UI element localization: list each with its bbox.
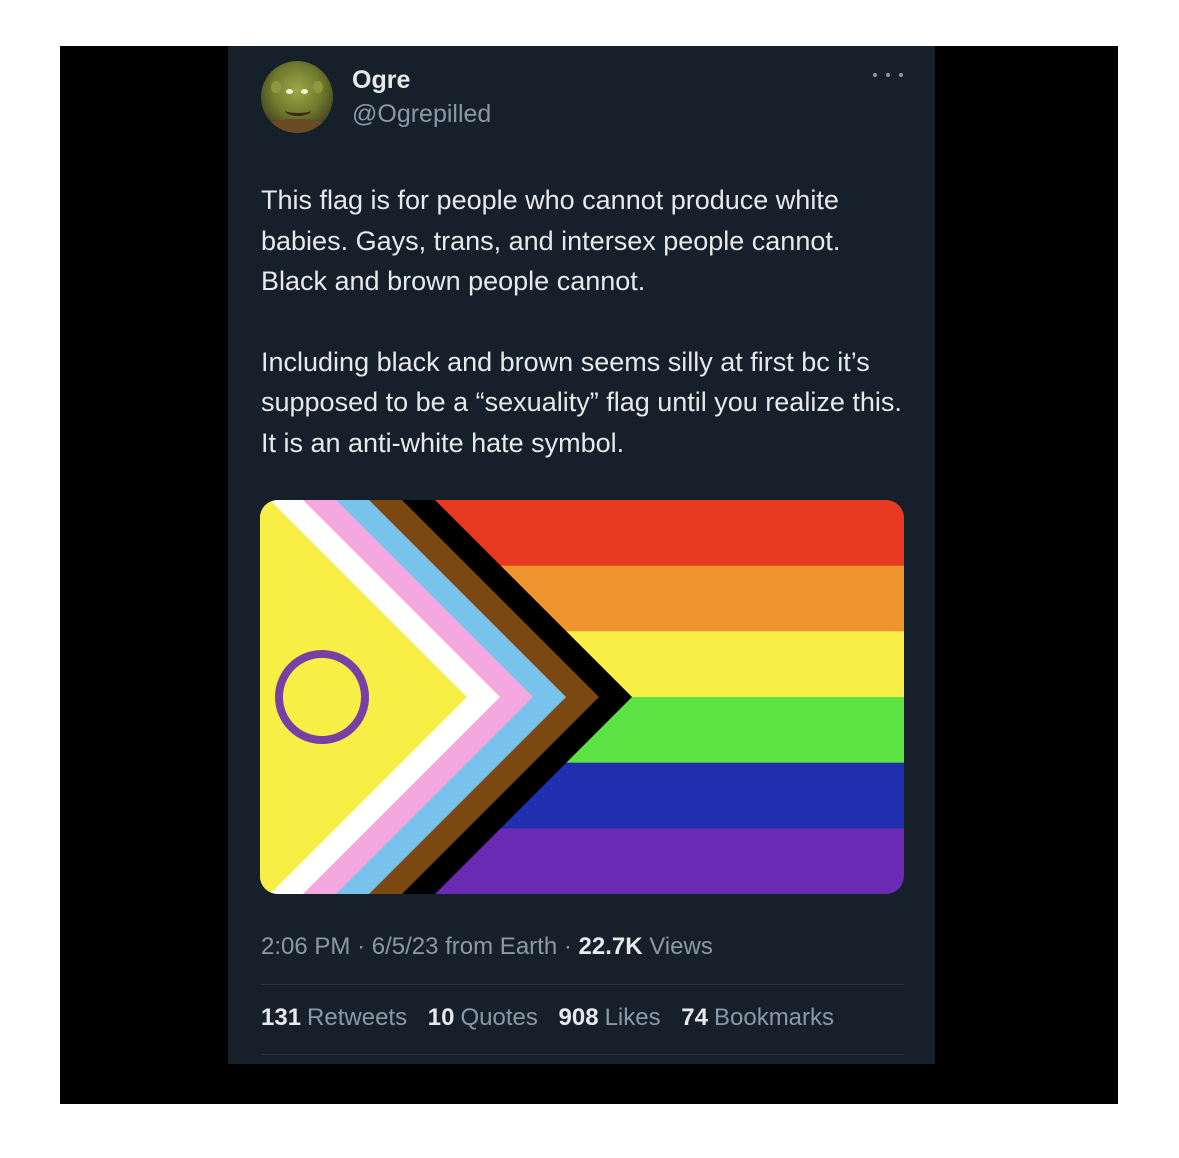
- tweet-image-progress-flag[interactable]: [260, 500, 904, 894]
- quotes-label: Quotes: [460, 1004, 538, 1031]
- avatar-shirt: [267, 119, 327, 133]
- views-label: Views: [649, 933, 713, 960]
- divider: [261, 984, 904, 985]
- more-dot: [899, 73, 903, 77]
- views-count: 22.7K: [578, 933, 643, 960]
- tweet-card: Ogre @Ogrepilled This flag is for people…: [228, 46, 935, 1064]
- tweet-paragraph: Including black and brown seems silly at…: [261, 346, 902, 458]
- quotes-count: 10: [427, 1004, 455, 1031]
- likes-label: Likes: [604, 1004, 661, 1031]
- bookmarks-stat[interactable]: 74 Bookmarks: [681, 1004, 834, 1032]
- divider: [261, 1054, 904, 1055]
- bookmarks-count: 74: [681, 1004, 708, 1031]
- avatar-eye-left: [286, 89, 293, 94]
- more-options-icon[interactable]: [873, 68, 903, 82]
- tweet-paragraph: This flag is for people who cannot produ…: [261, 185, 841, 296]
- likes-count: 908: [558, 1004, 599, 1031]
- tweet-source: from Earth: [445, 933, 558, 960]
- tweet-text: This flag is for people who cannot produ…: [261, 180, 911, 463]
- avatar-eye-right: [301, 89, 308, 94]
- more-dot: [886, 73, 890, 77]
- tweet-meta: 2:06 PM · 6/5/23 from Earth · 22.7K View…: [261, 933, 713, 961]
- retweets-count: 131: [261, 1004, 302, 1031]
- avatar[interactable]: [261, 61, 333, 133]
- retweets-stat[interactable]: 131 Retweets: [261, 1004, 407, 1032]
- tweet-date[interactable]: 6/5/23: [372, 933, 439, 960]
- avatar-ear-right: [313, 81, 323, 93]
- author-handle[interactable]: @Ogrepilled: [352, 100, 491, 129]
- meta-separator: ·: [563, 933, 572, 960]
- bookmarks-label: Bookmarks: [713, 1004, 835, 1031]
- tweet-time[interactable]: 2:06 PM: [261, 933, 350, 960]
- meta-separator: ·: [357, 933, 366, 960]
- author-display-name[interactable]: Ogre: [352, 66, 410, 95]
- retweets-label: Retweets: [307, 1004, 408, 1031]
- engagement-stats: 131 Retweets 10 Quotes 908 Likes 74 Bookmark…: [261, 1004, 848, 1032]
- quotes-stat[interactable]: 10 Quotes: [428, 1004, 538, 1032]
- more-dot: [873, 73, 877, 77]
- avatar-ear-left: [271, 81, 281, 93]
- progress-flag-graphic: [260, 500, 904, 894]
- avatar-mouth: [285, 105, 311, 116]
- likes-stat[interactable]: 908 Likes: [559, 1004, 661, 1032]
